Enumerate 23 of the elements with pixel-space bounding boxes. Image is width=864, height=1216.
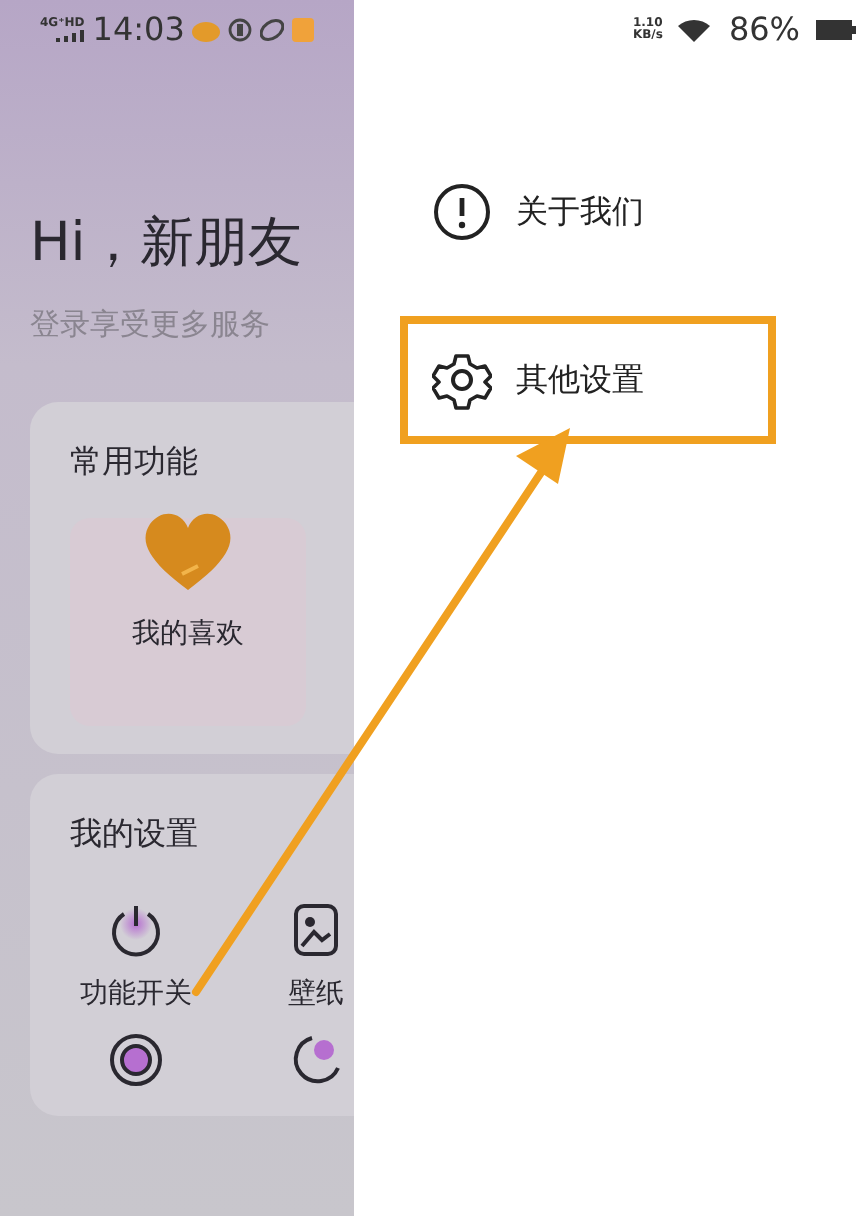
app-notification-icon (192, 18, 221, 42)
app-notification-icon (292, 18, 315, 42)
sync-icon (108, 1032, 164, 1088)
power-icon (108, 902, 164, 958)
battery-percent: 86% (728, 8, 800, 52)
section-title: 常用功能 (70, 440, 200, 484)
circle-notification-icon (228, 18, 253, 42)
greeting-subtitle: 登录享受更多服务 (30, 303, 272, 345)
favorite-tile[interactable]: 我的喜欢 (70, 518, 306, 726)
section-title: 我的设置 (70, 812, 200, 856)
wifi-icon (676, 16, 713, 44)
picture-icon (292, 902, 340, 958)
greeting-title: Hi，新朋友 (30, 210, 304, 278)
menu-item[interactable]: 其他设置 (400, 316, 776, 444)
status-time: 14:03 (92, 8, 185, 52)
setting-label: 壁纸 (288, 976, 344, 1014)
settings-icon (432, 350, 492, 410)
battery-icon (816, 18, 856, 42)
moon-icon (288, 1032, 344, 1088)
info-icon (432, 182, 492, 242)
setting-label: 功能开关 (80, 976, 192, 1014)
menu-item[interactable]: 关于我们 (400, 148, 776, 276)
signal-icon (56, 30, 85, 42)
